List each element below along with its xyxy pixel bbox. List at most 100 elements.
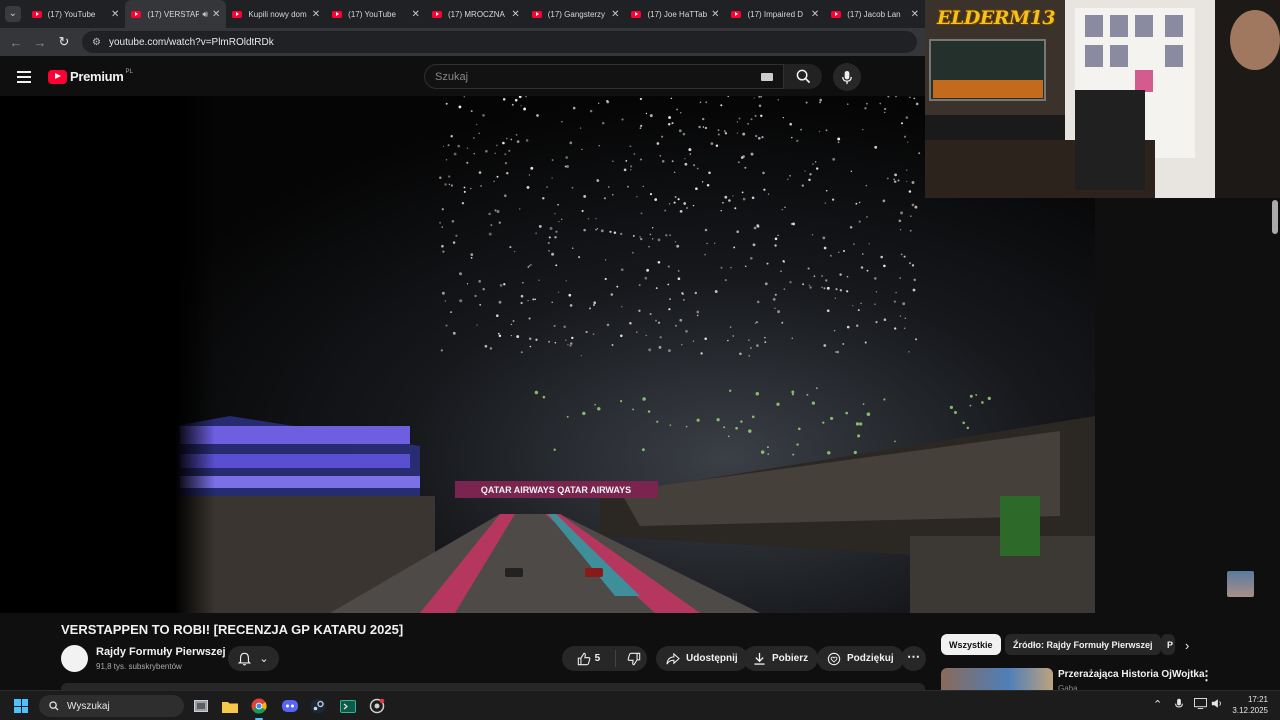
browser-tab[interactable]: (17) YouTube ✕: [26, 0, 126, 28]
browser-tab[interactable]: (17) Joe HaTTab ✕: [625, 0, 725, 28]
site-info-icon[interactable]: ⚙︎: [92, 37, 101, 48]
subscriber-count: 91,8 tys. subskrybentów: [96, 662, 182, 671]
recommended-thumbnail[interactable]: [941, 668, 1053, 690]
download-label: Pobierz: [772, 653, 809, 664]
webcam-overlay: ELDERM13: [925, 0, 1280, 198]
tab-title: (17) YouTube: [47, 9, 96, 19]
search-input[interactable]: Szukaj: [424, 64, 784, 89]
browser-tab[interactable]: (17) Gangsterzy ✕: [526, 0, 626, 28]
close-icon[interactable]: ✕: [811, 9, 819, 20]
tab-title: (17) Gangsterzy: [547, 9, 606, 19]
address-bar[interactable]: ⚙︎ youtube.com/watch?v=PlmROldtRDk: [82, 31, 917, 53]
voice-search-button[interactable]: [833, 63, 861, 91]
screen: ⌄ (17) YouTube ✕ (17) VERSTAPPEN🔊︎ ✕ Kupil…: [0, 0, 1280, 720]
microphone-icon[interactable]: [1174, 698, 1184, 713]
chip-source[interactable]: Źródło: Rajdy Formuły Pierwszej: [1005, 634, 1161, 655]
tab-title: (17) Jacob Lan: [847, 9, 901, 19]
bell-icon: [238, 652, 252, 665]
tab-title: (17) VERSTAPPEN: [147, 9, 200, 19]
download-button[interactable]: Pobierz: [743, 646, 819, 671]
browser-tab[interactable]: (17) MROCZNA ✕: [426, 0, 526, 28]
webcam-image: [925, 0, 1280, 198]
youtube-favicon-icon: [232, 10, 243, 18]
close-icon[interactable]: ✕: [511, 9, 519, 20]
search-button[interactable]: [784, 64, 822, 89]
chrome-icon[interactable]: [249, 696, 269, 716]
chevron-right-icon[interactable]: ›: [1185, 638, 1189, 653]
browser-tab[interactable]: (17) Impaired D ✕: [725, 0, 825, 28]
thumbs-down-icon: [628, 652, 641, 665]
forward-icon[interactable]: →: [28, 35, 52, 50]
windows-taskbar: Wyszukaj ⌃ 17:21 3.12.2025: [0, 690, 1280, 720]
network-icon[interactable]: [1194, 698, 1207, 712]
browser-tab[interactable]: (17) Jacob Lan ✕: [825, 0, 925, 28]
clock-date: 3.12.2025: [1232, 706, 1268, 715]
thumbs-up-icon: [577, 652, 591, 665]
browser-tab-active[interactable]: (17) VERSTAPPEN🔊︎ ✕: [125, 0, 227, 28]
youtube-favicon-icon: [31, 10, 42, 18]
close-icon[interactable]: ✕: [611, 9, 619, 20]
tab-title: Kupili nowy dom: [248, 9, 307, 19]
tab-title: (17) MROCZNA: [447, 9, 505, 19]
close-icon[interactable]: ✕: [911, 9, 919, 20]
logo-text: Premium: [70, 69, 124, 84]
windows-start-icon[interactable]: [14, 699, 28, 713]
mini-thumbnail[interactable]: [1227, 571, 1254, 597]
close-icon[interactable]: ✕: [111, 9, 119, 20]
tab-search-button[interactable]: ⌄: [0, 0, 26, 28]
youtube-favicon-icon: [531, 10, 542, 18]
youtube-logo[interactable]: Premium PL: [48, 69, 133, 84]
steam-icon[interactable]: [308, 696, 328, 716]
back-icon[interactable]: ←: [4, 35, 28, 50]
sidebar-area: [1095, 198, 1280, 613]
thanks-button[interactable]: Podziękuj: [817, 646, 904, 671]
taskbar-clock[interactable]: 17:21 3.12.2025: [1228, 694, 1268, 716]
task-view-icon[interactable]: [191, 696, 211, 716]
browser-tab[interactable]: (17) YouTube ✕: [326, 0, 426, 28]
chevron-down-icon: ⌄: [259, 653, 269, 665]
thanks-label: Podziękuj: [847, 653, 894, 664]
chevron-down-icon: ⌄: [4, 6, 21, 22]
youtube-header: Premium PL Szukaj: [0, 56, 925, 96]
chip-partial[interactable]: P: [1161, 634, 1175, 655]
close-icon[interactable]: ✕: [312, 9, 320, 20]
like-button[interactable]: 5: [562, 650, 616, 667]
menu-icon[interactable]: [17, 71, 31, 83]
like-dislike-group: 5: [562, 646, 647, 671]
tab-title: (17) Impaired D: [747, 9, 804, 19]
reload-icon[interactable]: ↻: [52, 34, 76, 50]
channel-avatar[interactable]: [61, 645, 88, 672]
microphone-icon: [842, 70, 852, 84]
speaker-icon[interactable]: 🔊︎: [202, 9, 208, 20]
browser-tab[interactable]: Kupili nowy dom ✕: [226, 0, 326, 28]
share-icon: [666, 652, 680, 664]
close-icon[interactable]: ✕: [412, 9, 420, 20]
chip-all[interactable]: Wszystkie: [941, 634, 1001, 655]
tab-title: (17) Joe HaTTab: [647, 9, 708, 19]
scrollbar-thumb[interactable]: [1272, 200, 1278, 234]
file-explorer-icon[interactable]: [220, 696, 240, 716]
recommended-title[interactable]: Przerażająca Historia OjWojtka: [1058, 669, 1205, 680]
dislike-button[interactable]: [622, 652, 647, 666]
youtube-favicon-icon: [831, 10, 842, 18]
app-icon[interactable]: [367, 696, 387, 716]
channel-name[interactable]: Rajdy Formuły Pierwszej: [96, 646, 226, 658]
more-actions-button[interactable]: ⋯: [901, 646, 926, 671]
search-icon: [49, 701, 59, 711]
banner-text: QATAR AIRWAYS QATAR AIRWAYS: [481, 485, 631, 495]
share-button[interactable]: Udostępnij: [656, 646, 748, 671]
subscription-bell-button[interactable]: ⌄: [228, 646, 279, 671]
recommended-menu-icon[interactable]: ⋮: [1200, 668, 1213, 684]
chevron-up-icon[interactable]: ⌃: [1153, 698, 1162, 711]
terminal-icon[interactable]: [338, 696, 358, 716]
tab-title: (17) YouTube: [348, 9, 396, 19]
volume-icon[interactable]: [1211, 698, 1223, 712]
close-icon[interactable]: ✕: [711, 9, 719, 20]
more-icon: ⋯: [907, 649, 920, 664]
taskbar-search[interactable]: Wyszukaj: [39, 695, 184, 717]
discord-icon[interactable]: [280, 696, 300, 716]
keyboard-icon[interactable]: [761, 73, 773, 81]
youtube-favicon-icon: [431, 10, 442, 18]
close-icon[interactable]: ✕: [212, 9, 220, 20]
clock-time: 17:21: [1247, 695, 1268, 704]
